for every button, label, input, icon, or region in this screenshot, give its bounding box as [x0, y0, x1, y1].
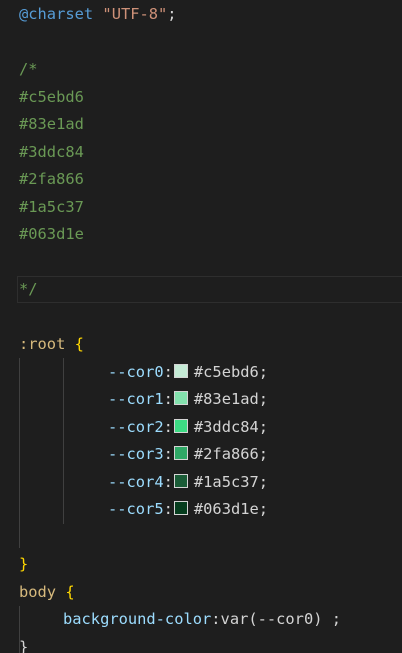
colon: :	[163, 473, 173, 491]
variable-value: #1a5c37	[193, 473, 259, 491]
semicolon: ;	[258, 418, 269, 436]
charset-value: "UTF-8"	[102, 5, 168, 23]
comment-color-line: #063d1e	[19, 225, 84, 243]
color-swatch-icon[interactable]	[173, 364, 188, 378]
variable-name: --cor2	[108, 418, 164, 436]
charset-keyword: @charset	[19, 5, 94, 23]
property-name: background-color	[63, 610, 212, 628]
semicolon: ;	[258, 445, 269, 463]
body-close-brace: }	[19, 638, 29, 653]
color-swatch-icon[interactable]	[173, 446, 188, 460]
charset-semicolon: ;	[167, 5, 177, 23]
variable-name: --cor0	[108, 363, 164, 381]
root-selector: :root	[19, 335, 66, 353]
variable-name: --cor5	[108, 500, 164, 518]
comment-color-line: #c5ebd6	[19, 88, 84, 106]
color-swatch-icon[interactable]	[173, 419, 188, 433]
code-line-background-color: background-color:var(--cor0) ;	[63, 606, 341, 634]
color-swatch-icon[interactable]	[173, 391, 188, 405]
colon: :	[163, 445, 173, 463]
color-swatch-icon[interactable]	[173, 474, 188, 488]
color-swatch-icon[interactable]	[173, 501, 188, 515]
current-line-highlight	[17, 276, 402, 303]
comment-color-line: #83e1ad	[19, 115, 84, 133]
semicolon: ;	[258, 390, 269, 408]
css-variable-line: --cor4: #1a5c37;	[108, 469, 268, 497]
variable-name: --cor4	[108, 473, 164, 491]
css-variable-line: --cor1: #83e1ad;	[108, 386, 268, 414]
code-editor[interactable]: @charset "UTF-8"; /* #c5ebd6 #83e1ad #3d…	[0, 0, 402, 653]
semicolon: ;	[258, 363, 269, 381]
root-open-brace: {	[74, 335, 84, 353]
semicolon: ;	[258, 473, 269, 491]
colon: :	[163, 418, 173, 436]
code-line-body: body {	[19, 579, 75, 607]
css-variable-line: --cor2: #3ddc84;	[108, 414, 268, 442]
comment-color-line: #2fa866	[19, 170, 84, 188]
root-close-brace: }	[19, 555, 29, 573]
property-value: var(--cor0) ;	[220, 610, 342, 628]
indent-guide	[19, 358, 20, 548]
variable-value: #2fa866	[193, 445, 259, 463]
comment-open: /*	[19, 60, 38, 78]
code-line-charset: @charset "UTF-8";	[19, 1, 177, 29]
colon: :	[163, 363, 173, 381]
body-selector: body	[19, 583, 57, 601]
css-variable-line: --cor0: #c5ebd6;	[108, 359, 268, 387]
css-variable-line: --cor3: #2fa866;	[108, 441, 268, 469]
comment-color-line: #3ddc84	[19, 143, 84, 161]
variable-value: #83e1ad	[193, 390, 259, 408]
variable-value: #c5ebd6	[193, 363, 259, 381]
colon: :	[211, 610, 221, 628]
comment-close: */	[19, 280, 38, 298]
indent-guide	[63, 358, 64, 524]
code-line-root: :root {	[19, 331, 84, 359]
colon: :	[163, 390, 173, 408]
variable-value: #3ddc84	[193, 418, 259, 436]
variable-name: --cor1	[108, 390, 164, 408]
body-open-brace: {	[65, 583, 75, 601]
semicolon: ;	[258, 500, 269, 518]
variable-name: --cor3	[108, 445, 164, 463]
colon: :	[163, 500, 173, 518]
comment-color-line: #1a5c37	[19, 198, 84, 216]
variable-value: #063d1e	[193, 500, 259, 518]
css-variable-line: --cor5: #063d1e;	[108, 496, 268, 524]
